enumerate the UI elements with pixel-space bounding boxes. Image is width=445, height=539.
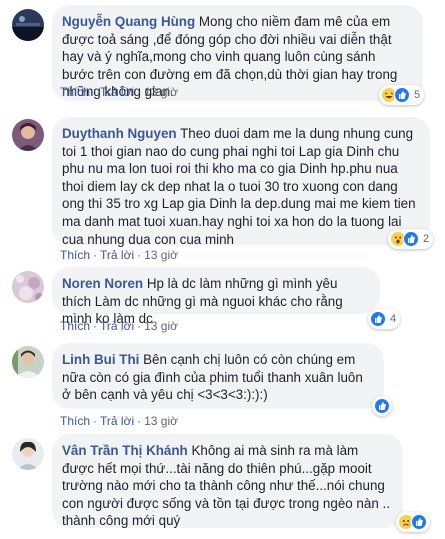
separator: · — [137, 319, 142, 333]
commenter-name[interactable]: Vân Trần Thị Khánh — [62, 443, 188, 458]
reply-link[interactable]: Trả lời — [100, 414, 134, 428]
like-link[interactable]: Thích — [60, 85, 90, 99]
like-link[interactable]: Thích — [60, 414, 90, 428]
comment-actions: Thích · Trả lời · 13 giờ — [60, 85, 178, 99]
separator: · — [93, 85, 98, 99]
comment-bubble: Duythanh Nguyen Theo duoi dam me la dung… — [52, 117, 430, 247]
like-icon — [411, 514, 427, 530]
like-link[interactable]: Thích — [60, 319, 90, 333]
reply-link[interactable]: Trả lời — [100, 248, 134, 262]
commenter-name[interactable]: Nguyễn Quang Hùng — [62, 14, 195, 29]
commenter-name[interactable]: Duythanh Nguyen — [62, 126, 177, 141]
separator: · — [137, 414, 142, 428]
comment-feed: Nguyễn Quang Hùng Mong cho niềm đam mê c… — [0, 0, 445, 539]
separator: · — [137, 85, 142, 99]
like-icon — [374, 398, 390, 414]
reply-link[interactable]: Trả lời — [100, 319, 134, 333]
reaction-count: 2 — [423, 233, 430, 245]
avatar[interactable] — [12, 9, 44, 41]
reaction-summary[interactable] — [372, 396, 392, 416]
comment-bubble: Noren Noren Hp là dc làm những gì mình y… — [52, 267, 380, 326]
comment-bubble: Linh Bui Thi Bên cạnh chị luôn có còn ch… — [52, 343, 384, 409]
reaction-summary[interactable] — [396, 512, 430, 532]
like-link[interactable]: Thích — [60, 248, 90, 262]
timestamp[interactable]: 13 giờ — [144, 85, 178, 99]
timestamp[interactable]: 13 giờ — [144, 248, 178, 262]
commenter-name[interactable]: Noren Noren — [62, 276, 143, 291]
comment-actions: Thích · Trả lời · 13 giờ — [60, 248, 178, 262]
comment-bubble: Vân Trần Thị Khánh Không ai mà sinh ra m… — [52, 434, 403, 528]
comment-text: Theo duoi dam me la dung nhung cung toi … — [62, 126, 416, 247]
comment-actions: Thích · Trả lời · 13 giờ — [60, 414, 178, 428]
separator: · — [93, 319, 98, 333]
reaction-count: 4 — [390, 313, 397, 325]
timestamp[interactable]: 13 giờ — [144, 319, 178, 333]
avatar[interactable] — [12, 438, 44, 470]
separator: · — [93, 414, 98, 428]
timestamp[interactable]: 13 giờ — [144, 414, 178, 428]
reply-link[interactable]: Trả lời — [100, 85, 134, 99]
like-icon — [403, 231, 419, 247]
like-icon — [370, 311, 386, 327]
reaction-count: 5 — [414, 89, 421, 101]
commenter-name[interactable]: Linh Bui Thi — [62, 352, 139, 367]
separator: · — [93, 248, 98, 262]
reaction-summary[interactable]: 5 — [379, 85, 425, 105]
separator: · — [137, 248, 142, 262]
comment-actions: Thích · Trả lời · 13 giờ — [60, 319, 178, 333]
avatar[interactable] — [12, 119, 44, 151]
avatar[interactable] — [12, 271, 44, 303]
avatar[interactable] — [12, 346, 44, 378]
reaction-summary[interactable]: 4 — [368, 309, 401, 329]
like-icon — [394, 87, 410, 103]
reaction-summary[interactable]: 2 — [388, 229, 434, 249]
